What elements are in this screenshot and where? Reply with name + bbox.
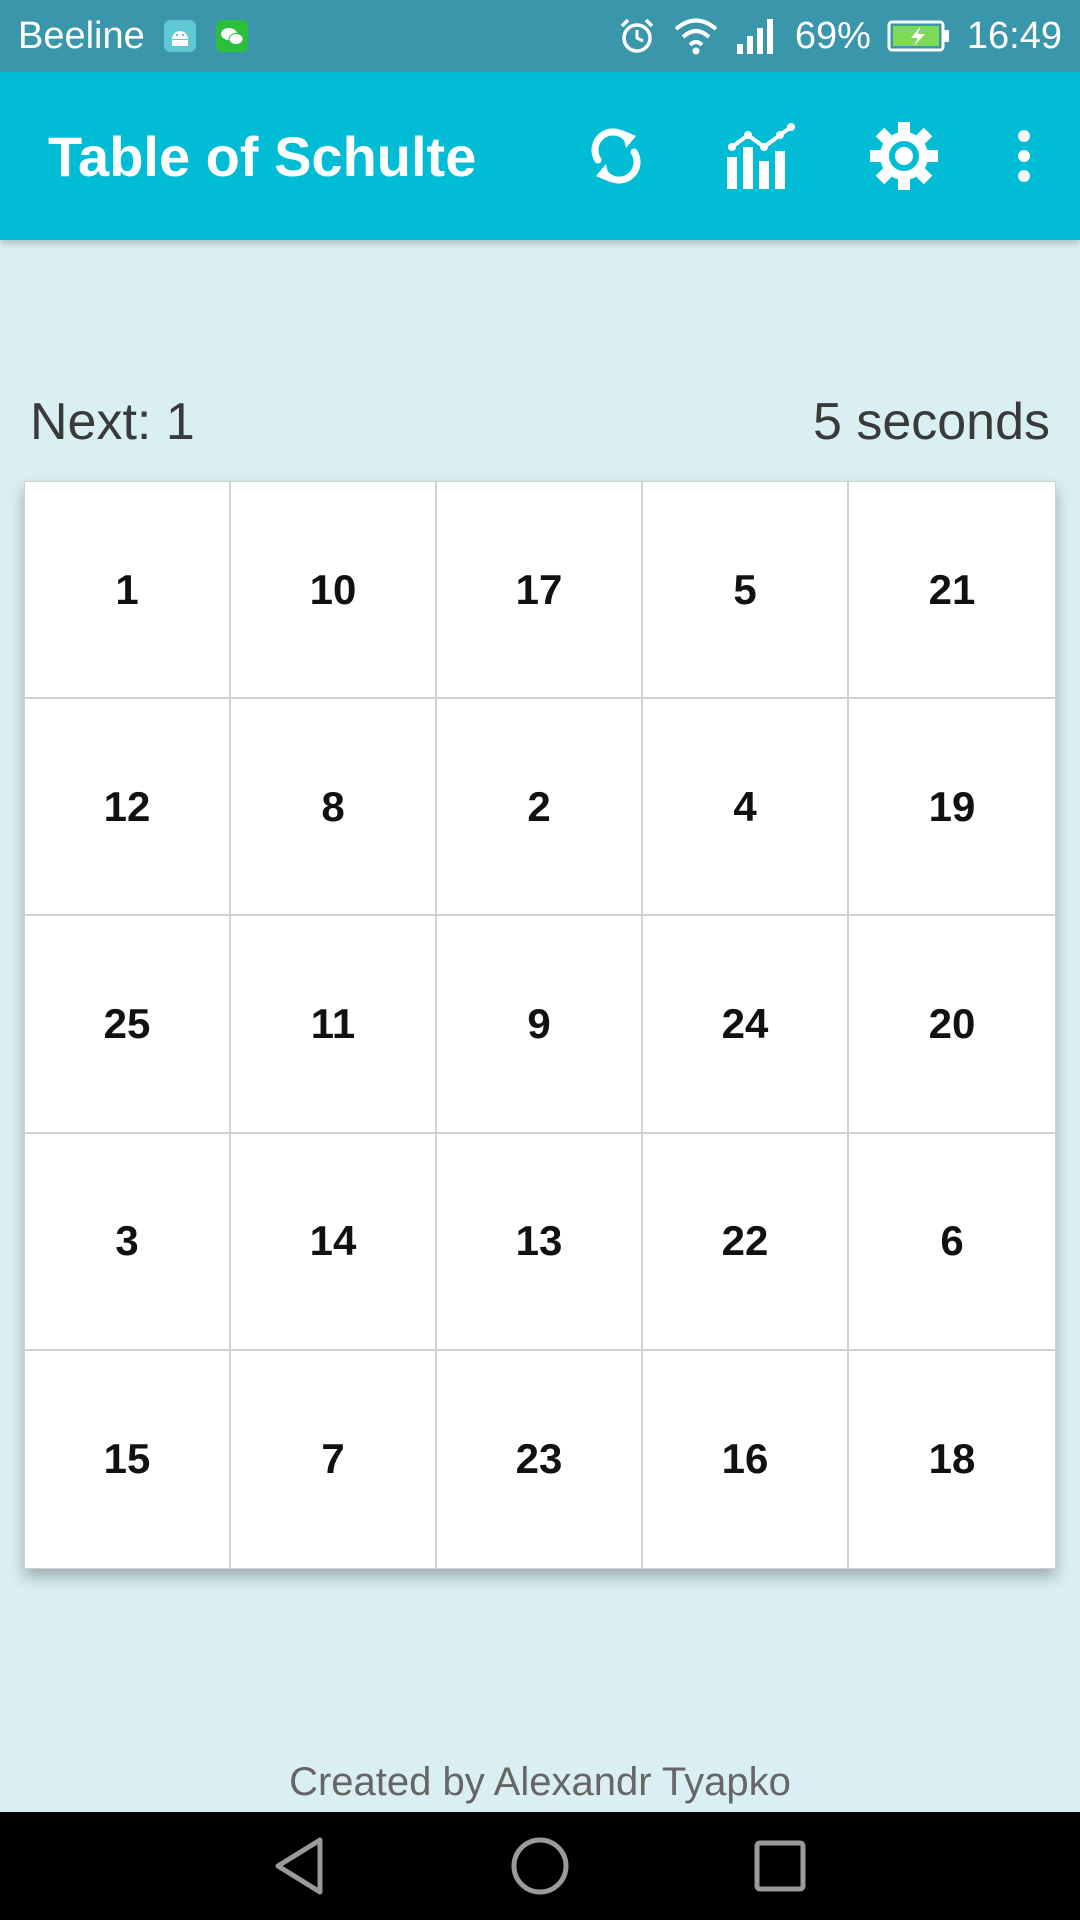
android-icon [163,19,197,53]
grid-cell[interactable]: 21 [849,482,1055,700]
grid-cell[interactable]: 12 [25,699,231,917]
grid-cell[interactable]: 6 [849,1134,1055,1351]
grid-cell[interactable]: 3 [25,1133,231,1351]
battery-charging-icon [887,19,951,53]
grid-cell[interactable]: 9 [437,916,643,1134]
grid-cell[interactable]: 13 [437,1133,643,1351]
battery-percent: 69% [794,14,871,57]
clock: 16:49 [966,14,1062,57]
grid-cell[interactable]: 4 [643,699,849,917]
grid-cell[interactable]: 1 [25,482,231,700]
home-button[interactable] [495,1821,585,1911]
more-vert-icon [1018,130,1030,182]
back-button[interactable] [255,1821,345,1911]
schulte-grid: 1 10 17 5 21 12 8 2 4 19 25 11 9 24 20 3… [24,481,1056,1569]
grid-cell[interactable]: 10 [231,482,437,700]
stats-button[interactable] [688,72,832,240]
info-row: Next: 1 5 seconds [30,392,1050,452]
recents-icon [754,1840,806,1892]
grid-cell[interactable]: 7 [231,1350,437,1568]
grid-cell[interactable]: 18 [849,1351,1055,1568]
refresh-icon [591,128,641,184]
grid-cell[interactable]: 8 [231,699,437,917]
author-credit: Created by Alexandr Tyapko [289,1760,791,1804]
grid-cell[interactable]: 15 [25,1350,231,1568]
back-icon [275,1837,323,1895]
timer-label: 5 seconds [812,393,1050,451]
settings-button[interactable] [832,72,976,240]
settings-gear-icon [870,122,938,190]
status-right: 69% 16:49 [617,15,1062,58]
app-bar: Table of Schulte [0,72,1080,240]
next-number-label: Next: 1 [30,393,195,451]
status-left: Beeline [18,15,249,58]
grid-cell[interactable]: 22 [643,1133,849,1351]
grid-cell[interactable]: 14 [231,1133,437,1351]
stats-chart-icon [727,123,795,189]
grid-cell[interactable]: 5 [643,482,849,700]
grid-cell[interactable]: 19 [849,699,1055,917]
recents-button[interactable] [735,1821,825,1911]
navigation-bar [0,1812,1080,1920]
grid-cell[interactable]: 23 [437,1350,643,1568]
home-icon [511,1837,569,1895]
wifi-icon [673,16,719,56]
refresh-button[interactable] [544,72,688,240]
grid-cell[interactable]: 16 [643,1350,849,1568]
app-title: Table of Schulte [48,124,477,188]
grid-cell[interactable]: 17 [437,482,643,700]
grid-cell[interactable]: 24 [643,916,849,1134]
more-options-button[interactable] [976,72,1072,240]
signal-icon [735,16,779,56]
grid-cell[interactable]: 11 [231,916,437,1134]
grid-cell[interactable]: 2 [437,699,643,917]
grid-cell[interactable]: 20 [849,916,1055,1134]
status-bar: Beeline 69% 16:49 [0,0,1080,72]
app-actions [544,72,1080,240]
grid-cell[interactable]: 25 [25,916,231,1134]
carrier-name: Beeline [18,14,145,57]
alarm-icon [617,16,657,56]
wechat-icon [215,19,249,53]
